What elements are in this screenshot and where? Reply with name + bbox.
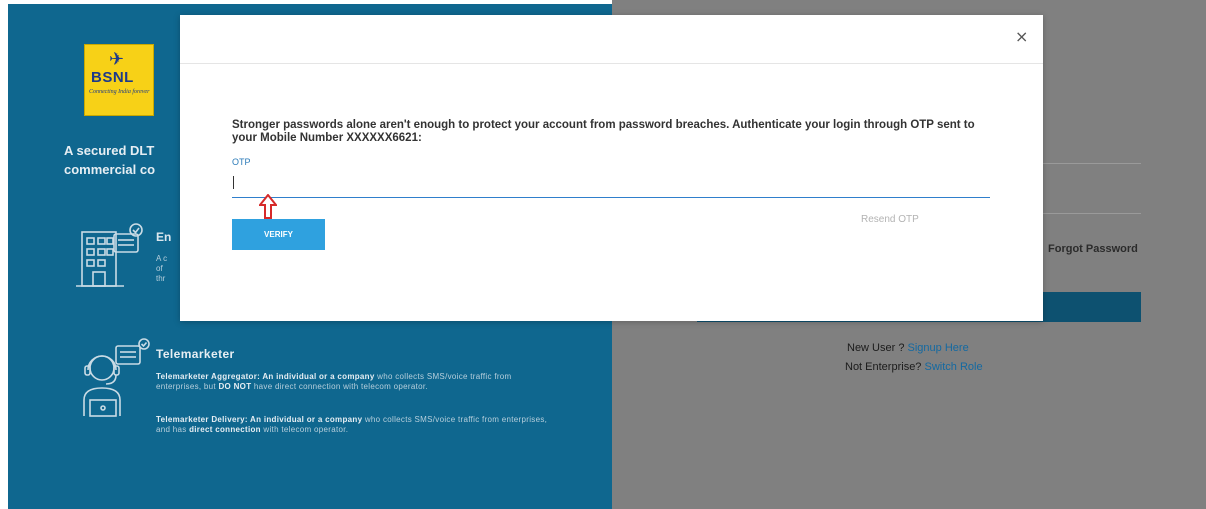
telemarketer-title: Telemarketer [156,347,235,361]
resend-otp-link[interactable]: Resend OTP [861,214,919,225]
platform-tagline: A secured DLT commercial co [64,141,184,179]
signup-link[interactable]: Signup Here [908,342,969,354]
logo-tagline: Connecting India forever [89,89,150,95]
not-enterprise-text: Not Enterprise? [845,361,925,373]
text-cursor [233,176,234,189]
aggregator-lead: Telemarketer Aggregator: An individual o… [156,372,375,381]
delivery-lead: Telemarketer Delivery: An individual or … [156,415,363,424]
otp-instruction-message: Stronger passwords alone aren't enough t… [232,119,975,144]
modal-header: × [180,15,1043,64]
divider [1043,213,1141,214]
divider [1043,163,1141,164]
close-icon[interactable]: × [1015,27,1028,46]
switch-role-prompt: Not Enterprise? Switch Role [845,361,983,373]
switch-role-link[interactable]: Switch Role [924,361,982,373]
logo-emblem-icon: ✈ [109,49,125,70]
forgot-password-link[interactable]: Forgot Password [1048,243,1138,255]
telemarketer-aggregator-description: Telemarketer Aggregator: An individual o… [156,372,556,392]
delivery-text-end: with telecom operator. [260,425,349,434]
otp-modal: × Stronger passwords alone aren't enough… [180,15,1043,321]
aggregator-text-end: have direct connection with telecom oper… [251,382,428,391]
aggregator-emphasis: DO NOT [218,382,252,391]
otp-input[interactable] [232,172,990,198]
bsnl-logo: ✈ BSNL Connecting India forever [84,44,154,116]
delivery-emphasis: direct connection [189,425,261,434]
telemarketer-delivery-description: Telemarketer Delivery: An individual or … [156,415,556,435]
tagline-line-1: A secured DLT [64,143,155,158]
logo-text: BSNL [91,69,134,86]
red-up-arrow-icon [259,194,277,219]
otp-label: OTP [232,157,251,167]
telemarketer-headset-icon [83,338,150,417]
new-user-text: New User ? [847,342,908,354]
tagline-line-2: commercial co [64,162,156,177]
verify-button[interactable]: VERIFY [232,219,325,250]
enterprise-building-icon [76,223,143,287]
new-user-prompt: New User ? Signup Here [847,342,969,354]
page: ✈ BSNL Connecting India forever A secure… [0,0,1206,509]
